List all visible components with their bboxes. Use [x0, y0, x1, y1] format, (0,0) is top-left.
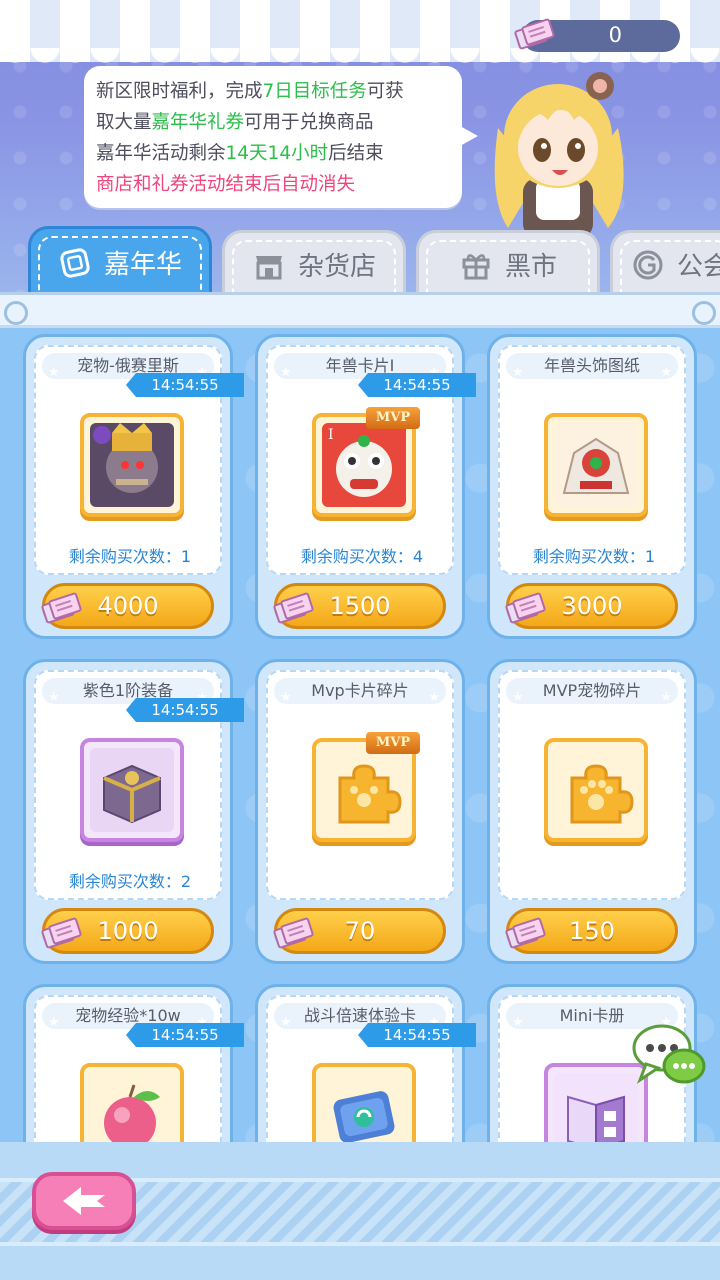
- notice-line-1: 新区限时福利，完成7日目标任务可获: [96, 81, 404, 102]
- peach-icon: [80, 1063, 184, 1142]
- buy-button[interactable]: 70: [272, 908, 446, 954]
- shop-item-card[interactable]: ★ 年兽头饰图纸 ★ 剩余购买次数：1 3000: [487, 334, 697, 639]
- buy-button[interactable]: 150: [504, 908, 678, 954]
- mvp-badge: MVP: [366, 732, 420, 754]
- tab-shelf: [0, 292, 720, 328]
- speed-card-icon: [312, 1063, 416, 1142]
- buy-button[interactable]: 4000: [40, 583, 214, 629]
- shop-item-card[interactable]: ★ 战斗倍速体验卡 ★ 14:54:55: [255, 984, 476, 1142]
- back-button[interactable]: [32, 1172, 136, 1230]
- shop-item-card[interactable]: ★ 宠物经验*10w ★ 14:54:55: [23, 984, 244, 1142]
- item-title: 战斗倍速体验卡: [303, 1006, 416, 1025]
- item-title: 紫色1阶装备: [82, 681, 174, 700]
- countdown-timer: 14:54:55: [126, 698, 244, 722]
- shop-item-card[interactable]: ★ MVP宠物碎片 ★ 150: [487, 659, 697, 964]
- remaining-purchases: 剩余购买次数：1: [532, 547, 656, 566]
- shop-tabs: 嘉年华 杂货店 黑市 公会: [0, 226, 720, 300]
- carnival-ticket-icon: [60, 247, 90, 278]
- currency-value: 0: [608, 23, 622, 47]
- item-title: MVP宠物碎片: [542, 681, 642, 700]
- price-value: 4000: [97, 592, 159, 620]
- carnival-ticket-icon: [272, 916, 315, 950]
- countdown-timer: 14:54:55: [126, 373, 244, 397]
- remaining-purchases: 剩余购买次数：1: [68, 547, 192, 566]
- price-value: 150: [569, 917, 615, 945]
- item-title: 宠物经验*10w: [75, 1006, 181, 1025]
- store-icon: [255, 255, 282, 279]
- item-title: 宠物-俄赛里斯: [77, 356, 179, 375]
- price-value: 3000: [561, 592, 623, 620]
- nian-card-icon: I MVP: [312, 407, 420, 517]
- tab-black-market[interactable]: 黑市: [416, 230, 600, 296]
- notice-line-3: 嘉年华活动剩余14天14小时后结束: [96, 143, 384, 164]
- carnival-ticket-icon: [504, 916, 547, 950]
- mvp-puzzle-icon: MVP: [312, 732, 420, 842]
- tab-general-store[interactable]: 杂货店: [222, 230, 406, 296]
- notice-line-4: 商店和礼券活动结束后自动消失: [96, 174, 356, 195]
- mvp-badge: MVP: [366, 407, 420, 429]
- item-title: Mvp卡片碎片: [311, 681, 409, 700]
- item-title: 年兽头饰图纸: [543, 356, 640, 375]
- currency-display: 0: [513, 17, 680, 52]
- carnival-ticket-icon: [504, 591, 547, 625]
- countdown-timer: 14:54:55: [358, 373, 476, 397]
- carnival-ticket-icon: [272, 591, 315, 625]
- tab-carnival[interactable]: 嘉年华: [28, 226, 212, 296]
- svg-text:I: I: [328, 427, 334, 443]
- remaining-purchases: 剩余购买次数：4: [300, 547, 424, 566]
- pet-osiris-icon: [80, 413, 184, 517]
- purple-chest-icon: [80, 738, 184, 842]
- countdown-timer: 14:54:55: [358, 1023, 476, 1047]
- footer-bar: [0, 1142, 720, 1280]
- price-value: 70: [344, 917, 376, 945]
- countdown-timer: 14:54:55: [126, 1023, 244, 1047]
- item-title: 年兽卡片Ⅰ: [325, 356, 395, 375]
- shop-item-card[interactable]: ★ Mvp卡片碎片 ★ MVP 70: [255, 659, 465, 964]
- carnival-ticket-icon: [40, 916, 83, 950]
- nian-headwear-icon: [544, 413, 648, 517]
- chat-icon[interactable]: [632, 1022, 708, 1086]
- shop-item-card[interactable]: ★ 年兽卡片Ⅰ ★ I MVP 剩余购买次数：4 14:54:55 1500: [255, 334, 476, 639]
- buy-button[interactable]: 1000: [40, 908, 214, 954]
- guild-icon: [633, 250, 663, 279]
- buy-button[interactable]: 3000: [504, 583, 678, 629]
- gift-icon: [462, 253, 490, 279]
- carnival-ticket-icon: [513, 17, 556, 51]
- price-value: 1000: [97, 917, 159, 945]
- item-title: Mini卡册: [559, 1006, 625, 1025]
- back-arrow-icon: [63, 1187, 105, 1215]
- shop-item-card[interactable]: ★ 宠物-俄赛里斯 ★ 剩余购买次数：1 14:54:55 4000: [23, 334, 244, 639]
- pet-puzzle-icon: [544, 738, 648, 842]
- notice-line-2: 取大量嘉年华礼券可用于兑换商品: [96, 112, 374, 133]
- price-value: 1500: [329, 592, 391, 620]
- carnival-ticket-icon: [40, 591, 83, 625]
- item-grid: ★ 宠物-俄赛里斯 ★ 剩余购买次数：1 14:54:55 4000 ★ 年兽卡…: [0, 328, 720, 1142]
- event-notice-bubble: 新区限时福利，完成7日目标任务可获 取大量嘉年华礼券可用于兑换商品 嘉年华活动剩…: [84, 66, 478, 208]
- mascot-character: [494, 72, 624, 238]
- tab-guild[interactable]: 公会: [610, 230, 720, 296]
- remaining-purchases: 剩余购买次数：2: [68, 872, 192, 891]
- shop-item-card[interactable]: ★ 紫色1阶装备 ★ 剩余购买次数：2 14:54:55 1000: [23, 659, 244, 964]
- buy-button[interactable]: 1500: [272, 583, 446, 629]
